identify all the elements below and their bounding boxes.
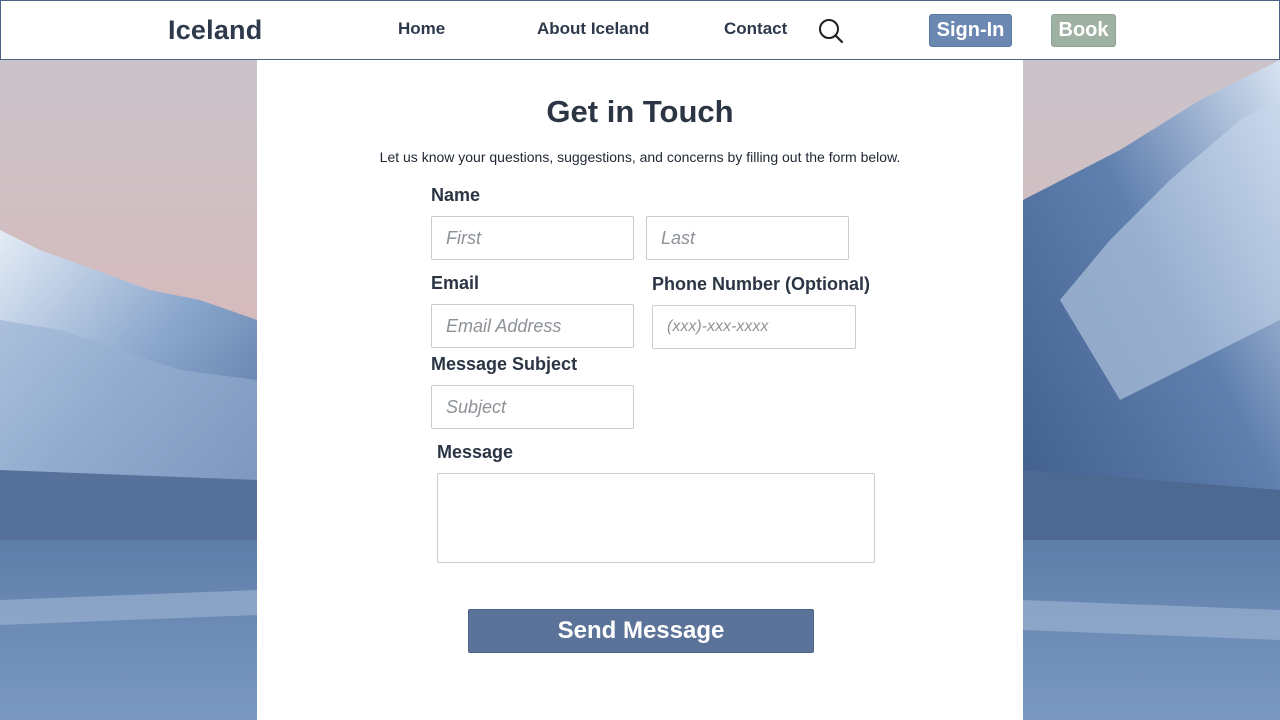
send-message-button[interactable]: Send Message — [468, 609, 814, 653]
top-navbar: Iceland Home About Iceland Contact Sign-… — [0, 0, 1280, 60]
contact-form-panel: Get in Touch Let us know your questions,… — [257, 60, 1023, 720]
sign-in-button[interactable]: Sign-In — [929, 14, 1012, 47]
subject-field[interactable] — [431, 385, 634, 429]
search-icon[interactable] — [818, 18, 844, 44]
name-label: Name — [431, 185, 481, 205]
email-label: Email — [431, 273, 480, 293]
page-subtitle: Let us know your questions, suggestions,… — [379, 149, 901, 165]
site-logo[interactable]: Iceland — [168, 15, 262, 46]
nav-about-iceland[interactable]: About Iceland — [537, 19, 649, 39]
page-title: Get in Touch — [546, 94, 734, 129]
phone-label: Phone Number (Optional) — [652, 274, 870, 294]
message-label: Message — [437, 442, 514, 462]
first-name-field[interactable] — [431, 216, 634, 260]
subject-label: Message Subject — [431, 354, 578, 374]
phone-field[interactable] — [652, 305, 856, 349]
nav-home[interactable]: Home — [398, 19, 445, 39]
book-button[interactable]: Book — [1051, 14, 1116, 47]
last-name-field[interactable] — [646, 216, 849, 260]
nav-contact[interactable]: Contact — [724, 19, 787, 39]
email-field[interactable] — [431, 304, 634, 348]
message-field[interactable] — [437, 473, 875, 563]
